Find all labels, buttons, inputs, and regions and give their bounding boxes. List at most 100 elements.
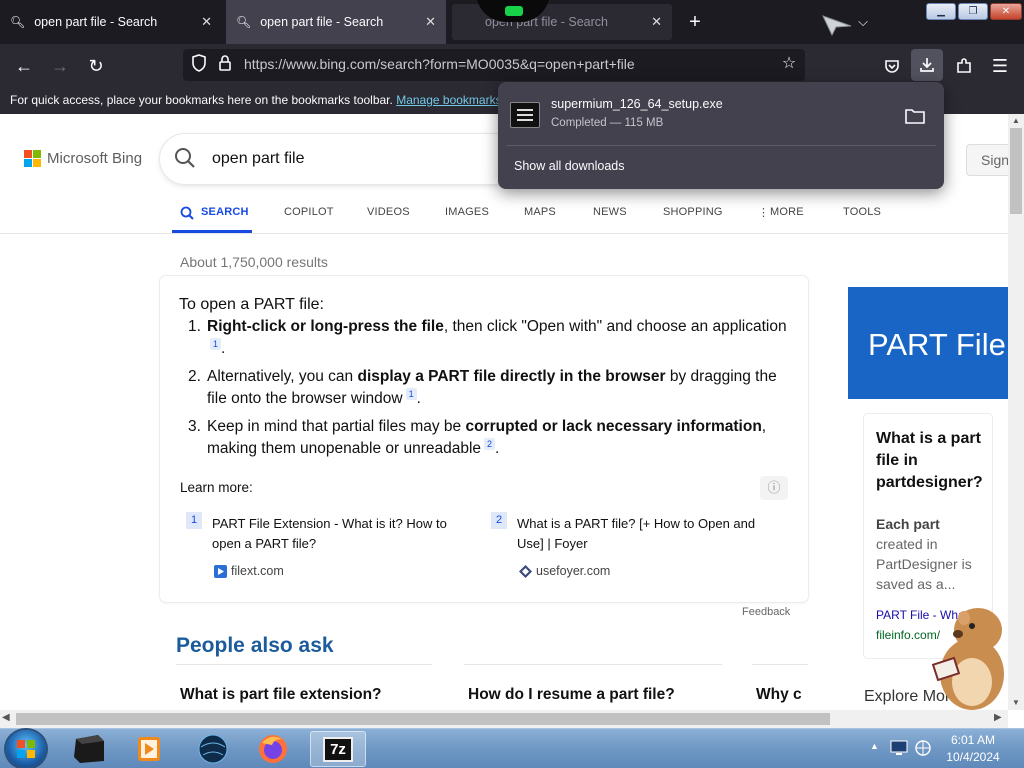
more-dots-icon[interactable]: ⋮ <box>758 206 769 219</box>
bing-results-page: Microsoft Bing open part file Sign in SE… <box>0 114 1008 710</box>
window-minimize-button[interactable]: ▁ <box>926 3 956 20</box>
url-bar[interactable]: https://www.bing.com/search?form=MO0035&… <box>183 49 805 81</box>
feedback-link[interactable]: Feedback <box>742 606 790 618</box>
shield-icon[interactable] <box>189 54 209 74</box>
search-icon: 🔍︎ <box>236 15 252 29</box>
scroll-left-icon[interactable]: ◀ <box>2 712 10 723</box>
close-icon[interactable]: ✕ <box>201 14 212 30</box>
7zip-icon[interactable]: 7z <box>310 731 366 767</box>
list-item: 2. Alternatively, you can display a PART… <box>188 368 777 408</box>
tab-open-part-file-1[interactable]: 🔍︎ open part file - Search ✕ <box>0 0 222 44</box>
tab-title: open part file - Search <box>34 15 158 29</box>
info-icon[interactable]: ⓘ <box>760 476 788 500</box>
close-icon[interactable]: ✕ <box>651 14 662 30</box>
lock-icon[interactable] <box>217 54 237 74</box>
filext-favicon-icon <box>214 565 227 578</box>
bing-logo[interactable]: Microsoft Bing <box>24 150 142 167</box>
hamster-mascot-icon <box>931 608 1004 710</box>
globe-app-icon[interactable] <box>188 731 238 767</box>
tab-images[interactable]: IMAGES <box>445 206 489 218</box>
window-close-button[interactable]: ✕ <box>990 3 1022 20</box>
monitor-icon[interactable] <box>890 740 908 756</box>
firefox-icon[interactable] <box>248 731 298 767</box>
vertical-scroll-thumb[interactable] <box>1010 128 1022 214</box>
search-query[interactable]: open part file <box>212 150 305 168</box>
side-banner[interactable]: PART File <box>848 287 1008 399</box>
show-all-downloads-button[interactable]: Show all downloads <box>514 159 625 173</box>
reference-card-usefoyer[interactable]: 2 What is a PART file? [+ How to Open an… <box>485 508 775 586</box>
start-button[interactable] <box>6 730 46 768</box>
citation-badge[interactable]: 2 <box>484 438 496 451</box>
exe-file-icon <box>510 102 540 128</box>
back-button[interactable]: ← <box>10 52 38 80</box>
horizontal-scroll-thumb[interactable] <box>16 713 830 725</box>
tab-more[interactable]: MORE <box>770 206 804 218</box>
clock-date[interactable]: 10/4/2024 <box>942 750 1004 764</box>
citation-badge[interactable]: 1 <box>210 338 222 350</box>
tab-shopping[interactable]: SHOPPING <box>663 206 723 218</box>
tab-videos[interactable]: VIDEOS <box>367 206 410 218</box>
window-maximize-button[interactable]: ❐ <box>958 3 988 20</box>
scroll-right-icon[interactable]: ▶ <box>994 712 1002 723</box>
tab-news[interactable]: NEWS <box>593 206 627 218</box>
clock-time[interactable]: 6:01 AM <box>948 733 998 747</box>
cube-app-icon[interactable] <box>64 731 114 767</box>
downloads-panel: supermium_126_64_setup.exe Completed — 1… <box>498 82 944 189</box>
url-text[interactable]: https://www.bing.com/search?form=MO0035&… <box>244 56 635 72</box>
paa-question[interactable]: Why c <box>756 686 806 704</box>
forward-button[interactable]: → <box>46 52 74 80</box>
divider <box>464 664 722 665</box>
tab-open-part-file-2[interactable]: 🔍︎ open part file - Search ✕ <box>226 0 446 44</box>
result-count: About 1,750,000 results <box>180 254 328 270</box>
paa-question[interactable]: What is part file extension? <box>180 686 382 704</box>
reload-button[interactable]: ↻ <box>82 52 110 80</box>
downloads-button[interactable] <box>911 49 943 81</box>
reference-number: 1 <box>186 512 202 529</box>
horizontal-scrollbar[interactable]: ◀ ▶ <box>0 710 1008 728</box>
tab-search[interactable]: SEARCH <box>201 206 249 218</box>
microsoft-logo-icon <box>24 150 41 167</box>
manage-bookmarks-link[interactable]: Manage bookmarks... <box>396 93 511 107</box>
search-input[interactable]: open part file <box>160 134 520 184</box>
sign-in-button[interactable]: Sign in <box>966 144 1008 176</box>
search-icon <box>175 148 195 168</box>
list-item: 1. Right-click or long-press the file, t… <box>188 318 787 358</box>
bookmark-star-icon[interactable]: ☆ <box>779 54 799 74</box>
network-icon[interactable] <box>914 739 932 757</box>
media-player-icon[interactable] <box>124 731 174 767</box>
tab-title: open part file - Search <box>260 15 384 29</box>
pocket-icon[interactable] <box>878 52 906 80</box>
download-filename[interactable]: supermium_126_64_setup.exe <box>551 97 723 111</box>
reference-title[interactable]: What is a PART file? [+ How to Open and … <box>517 514 767 554</box>
tab-copilot[interactable]: COPILOT <box>284 206 334 218</box>
screen: 🔍︎ open part file - Search ✕ 🔍︎ open par… <box>0 0 1024 768</box>
side-answer: Each part created in PartDesigner is sav… <box>876 516 972 592</box>
paa-question[interactable]: How do I resume a part file? <box>468 686 675 704</box>
people-also-ask-title: People also ask <box>176 634 334 657</box>
extensions-icon[interactable] <box>950 52 978 80</box>
windows-logo-icon <box>17 740 35 758</box>
download-status: Completed — 115 MB <box>551 117 664 129</box>
chevron-down-icon[interactable]: ⌵ <box>853 10 873 34</box>
tray-expand-icon[interactable]: ▲ <box>870 741 879 751</box>
reference-number: 2 <box>491 512 507 529</box>
tab-tools[interactable]: TOOLS <box>843 206 881 218</box>
reference-card-filext[interactable]: 1 PART File Extension - What is it? How … <box>180 508 470 586</box>
tab-maps[interactable]: MAPS <box>524 206 556 218</box>
divider <box>176 664 432 665</box>
vertical-scrollbar[interactable]: ▲ ▼ <box>1008 114 1024 710</box>
reference-site: filext.com <box>231 564 284 578</box>
close-icon[interactable]: ✕ <box>425 14 436 30</box>
scroll-down-icon[interactable]: ▼ <box>1008 696 1024 710</box>
scroll-up-icon[interactable]: ▲ <box>1008 114 1024 128</box>
new-tab-button[interactable]: + <box>683 10 707 34</box>
active-tab-underline <box>172 230 252 233</box>
side-question[interactable]: What is a part file in partdesigner? <box>876 428 988 494</box>
folder-icon[interactable] <box>904 106 926 126</box>
7zip-label: 7z <box>323 737 353 762</box>
hamburger-menu-icon[interactable]: ☰ <box>986 52 1014 80</box>
citation-badge[interactable]: 1 <box>405 388 417 401</box>
download-icon <box>920 58 934 72</box>
tab-strip: 🔍︎ open part file - Search ✕ 🔍︎ open par… <box>0 0 1024 44</box>
reference-title[interactable]: PART File Extension - What is it? How to… <box>212 514 462 554</box>
